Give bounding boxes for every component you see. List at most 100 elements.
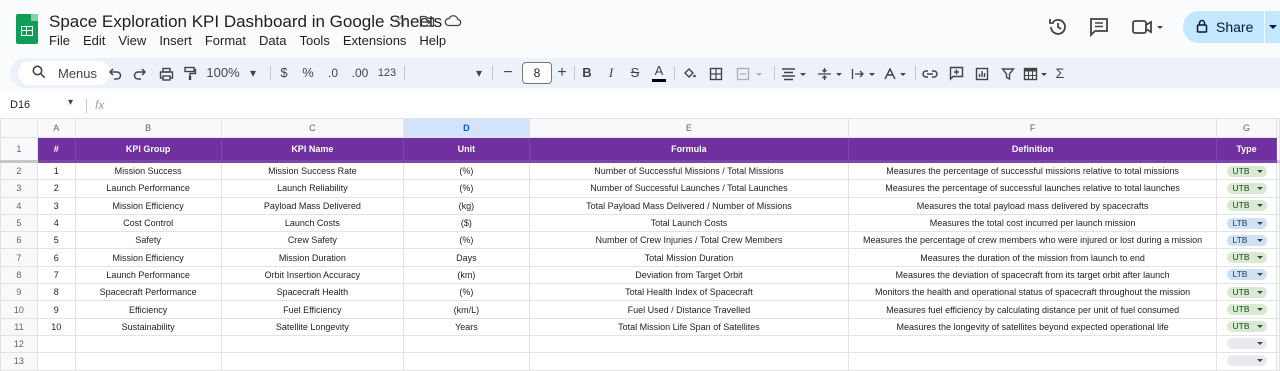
- cell-unit[interactable]: ($): [403, 213, 530, 233]
- more-formats-button[interactable]: 123: [376, 58, 398, 88]
- cell-formula[interactable]: Total Payload Mass Delivered / Number of…: [528, 196, 850, 215]
- row-number[interactable]: 13: [0, 352, 38, 371]
- menu-tools[interactable]: Tools: [299, 33, 329, 48]
- filter-icon[interactable]: [998, 58, 1018, 88]
- cell-definition[interactable]: Measures the percentage of successful mi…: [848, 160, 1218, 181]
- cell-type[interactable]: UTB: [1216, 300, 1277, 319]
- cell-kpi-group[interactable]: Mission Efficiency: [74, 248, 222, 267]
- cell-unit[interactable]: (kg): [403, 196, 530, 215]
- cell-formula[interactable]: Number of Successful Missions / Total Mi…: [528, 160, 850, 181]
- undo-icon[interactable]: [105, 58, 125, 88]
- cell-number[interactable]: 5: [36, 231, 76, 250]
- menu-view[interactable]: View: [118, 33, 146, 48]
- increase-decimal-button[interactable]: .00: [348, 58, 372, 88]
- version-history-icon[interactable]: [1047, 16, 1071, 40]
- cell-kpi-group[interactable]: [74, 334, 222, 354]
- cell-kpi-name[interactable]: Launch Reliability: [220, 179, 405, 198]
- type-dropdown-chip[interactable]: UTB: [1226, 182, 1267, 194]
- cell-formula[interactable]: Fuel Used / Distance Travelled: [528, 300, 850, 319]
- cell-type[interactable]: UTB: [1216, 283, 1277, 302]
- cell-type[interactable]: [1216, 352, 1277, 371]
- cell-definition[interactable]: Measures fuel efficiency by calculating …: [848, 300, 1218, 319]
- cell-kpi-name[interactable]: Fuel Efficiency: [220, 300, 405, 319]
- cell-kpi-name[interactable]: Mission Success Rate: [220, 160, 405, 181]
- cell-definition[interactable]: Measures the percentage of crew members …: [848, 231, 1218, 250]
- type-dropdown-chip[interactable]: UTB: [1226, 200, 1267, 212]
- header-cell-kpi-group[interactable]: KPI Group: [74, 137, 222, 163]
- column-header-a[interactable]: A: [36, 118, 76, 138]
- insert-comment-icon[interactable]: [946, 58, 966, 88]
- text-color-button[interactable]: A: [650, 58, 668, 88]
- functions-icon[interactable]: Σ: [1050, 58, 1070, 88]
- cell-type[interactable]: UTB: [1216, 248, 1277, 267]
- cell-kpi-group[interactable]: Mission Success: [74, 160, 222, 181]
- meet-video-icon[interactable]: [1131, 16, 1165, 40]
- cell-kpi-name[interactable]: Launch Costs: [220, 213, 405, 233]
- cell-number[interactable]: 7: [36, 265, 76, 285]
- cell-formula[interactable]: Number of Crew Injuries / Total Crew Mem…: [528, 231, 850, 250]
- cell-kpi-group[interactable]: Safety: [74, 231, 222, 250]
- cell-unit[interactable]: Days: [403, 248, 530, 267]
- share-button[interactable]: Share: [1183, 11, 1267, 43]
- header-cell-number[interactable]: #: [36, 137, 76, 163]
- cell-definition[interactable]: Measures the total payload mass delivere…: [848, 196, 1218, 215]
- select-all-corner[interactable]: [0, 118, 38, 138]
- type-dropdown-chip[interactable]: LTB: [1226, 217, 1267, 229]
- filter-views-icon[interactable]: [1022, 58, 1052, 88]
- cell-definition[interactable]: Monitors the health and operational stat…: [848, 283, 1218, 302]
- name-box[interactable]: D16: [10, 99, 30, 111]
- menu-format[interactable]: Format: [205, 33, 246, 48]
- cell-kpi-group[interactable]: Efficiency: [74, 300, 222, 319]
- cell-definition[interactable]: Measures the duration of the mission fro…: [848, 248, 1218, 267]
- percent-format-button[interactable]: %: [300, 58, 316, 88]
- cell-formula[interactable]: Number of Successful Launches / Total La…: [528, 179, 850, 198]
- cell-type[interactable]: LTB: [1216, 213, 1277, 233]
- cell-definition[interactable]: [848, 334, 1218, 354]
- cell-definition[interactable]: Measures the deviation of spacecraft fro…: [848, 265, 1218, 285]
- row-number[interactable]: 9: [0, 283, 38, 302]
- column-header-c[interactable]: C: [220, 118, 405, 138]
- row-number[interactable]: 10: [0, 300, 38, 319]
- cell-number[interactable]: 1: [36, 160, 76, 181]
- cell-type[interactable]: LTB: [1216, 265, 1277, 285]
- move-folder-icon[interactable]: [418, 13, 436, 31]
- row-number[interactable]: 3: [0, 179, 38, 198]
- row-number[interactable]: 12: [0, 334, 38, 354]
- row-number[interactable]: 2: [0, 160, 38, 181]
- menu-file[interactable]: File: [49, 33, 70, 48]
- horizontal-align-icon[interactable]: [780, 58, 810, 88]
- cell-kpi-group[interactable]: Launch Performance: [74, 179, 222, 198]
- chevron-down-icon[interactable]: ▾: [246, 58, 260, 88]
- cell-number[interactable]: 6: [36, 248, 76, 267]
- cell-unit[interactable]: (%): [403, 231, 530, 250]
- type-dropdown-chip[interactable]: [1226, 354, 1267, 366]
- merge-cells-icon[interactable]: [734, 58, 768, 88]
- type-dropdown-chip[interactable]: UTB: [1226, 304, 1267, 316]
- cell-unit[interactable]: Years: [403, 317, 530, 336]
- column-header-f[interactable]: F: [848, 118, 1218, 138]
- cell-kpi-name[interactable]: Spacecraft Health: [220, 283, 405, 302]
- cell-type[interactable]: UTB: [1216, 160, 1277, 181]
- type-dropdown-chip[interactable]: UTB: [1226, 252, 1267, 264]
- cell-kpi-group[interactable]: [74, 352, 222, 371]
- menu-data[interactable]: Data: [259, 33, 286, 48]
- star-icon[interactable]: ☆: [392, 13, 410, 31]
- menu-help[interactable]: Help: [419, 33, 446, 48]
- cell-number[interactable]: 4: [36, 213, 76, 233]
- chevron-down-icon[interactable]: ▾: [472, 58, 486, 88]
- cell-formula[interactable]: Total Launch Costs: [528, 213, 850, 233]
- vertical-align-icon[interactable]: [816, 58, 846, 88]
- decrease-decimal-button[interactable]: .0: [323, 58, 343, 88]
- cell-number[interactable]: 8: [36, 283, 76, 302]
- column-header-d[interactable]: D: [403, 118, 530, 138]
- insert-chart-icon[interactable]: [972, 58, 992, 88]
- text-wrapping-icon[interactable]: [850, 58, 880, 88]
- cell-kpi-group[interactable]: Spacecraft Performance: [74, 283, 222, 302]
- cell-formula[interactable]: Total Mission Life Span of Satellites: [528, 317, 850, 336]
- header-cell-kpi-name[interactable]: KPI Name: [220, 137, 405, 163]
- cell-kpi-name[interactable]: Orbit Insertion Accuracy: [220, 265, 405, 285]
- menu-insert[interactable]: Insert: [159, 33, 192, 48]
- column-header-g[interactable]: G: [1216, 118, 1277, 138]
- cell-number[interactable]: 2: [36, 179, 76, 198]
- row-number[interactable]: 6: [0, 231, 38, 250]
